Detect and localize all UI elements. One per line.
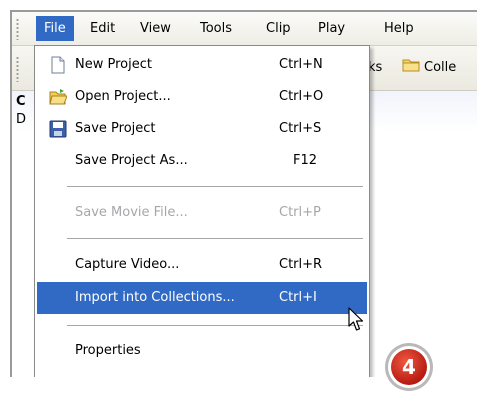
menu-separator bbox=[67, 325, 363, 326]
panel-title: C bbox=[16, 94, 26, 109]
menu-item-import-into-collections[interactable]: Import into Collections... Ctrl+I bbox=[37, 282, 367, 314]
menu-item-shortcut: Ctrl+R bbox=[279, 257, 323, 272]
menu-view[interactable]: View bbox=[132, 16, 179, 41]
menu-item-new-project[interactable]: New Project Ctrl+N bbox=[37, 49, 367, 81]
menu-item-properties[interactable]: Properties bbox=[37, 335, 367, 367]
menu-clip[interactable]: Clip bbox=[258, 16, 299, 41]
menu-item-open-project[interactable]: Open Project... Ctrl+O bbox=[37, 81, 367, 113]
menu-item-shortcut: Ctrl+S bbox=[279, 121, 322, 136]
panel-subtitle: D bbox=[16, 112, 27, 127]
menu-separator bbox=[67, 186, 363, 187]
menu-item-label: New Project bbox=[75, 57, 152, 72]
menu-play[interactable]: Play bbox=[310, 16, 353, 41]
floppy-disk-icon bbox=[49, 120, 67, 138]
application-window: File Edit View Tools Clip Play Help ks C… bbox=[10, 10, 477, 377]
menu-separator bbox=[67, 238, 363, 239]
menu-item-label: Save Project As... bbox=[75, 153, 188, 168]
menu-bar: File Edit View Tools Clip Play Help bbox=[12, 12, 477, 46]
menu-item-shortcut: Ctrl+I bbox=[279, 290, 317, 305]
toolbar-collections-button[interactable]: Colle bbox=[424, 60, 456, 75]
menu-item-shortcut: Ctrl+P bbox=[279, 205, 321, 220]
menu-file[interactable]: File bbox=[36, 16, 74, 41]
mouse-pointer-icon bbox=[348, 307, 364, 331]
collections-folder-icon bbox=[402, 59, 420, 72]
step-number: 4 bbox=[402, 355, 416, 379]
open-folder-icon bbox=[49, 89, 67, 105]
menu-item-label: Import into Collections... bbox=[75, 290, 235, 305]
menu-item-label: Capture Video... bbox=[75, 257, 180, 272]
menu-item-save-project[interactable]: Save Project Ctrl+S bbox=[37, 113, 367, 145]
menu-item-capture-video[interactable]: Capture Video... Ctrl+R bbox=[37, 249, 367, 281]
menu-help[interactable]: Help bbox=[376, 16, 422, 41]
menu-item-label: Open Project... bbox=[75, 89, 171, 104]
file-menu-dropdown: New Project Ctrl+N Open Project... Ctrl+… bbox=[34, 45, 370, 377]
menu-edit[interactable]: Edit bbox=[82, 16, 123, 41]
menu-item-shortcut: Ctrl+O bbox=[279, 89, 324, 104]
toolbar-tasks-button[interactable]: ks bbox=[368, 60, 382, 75]
menu-item-label: Save Movie File... bbox=[75, 205, 188, 220]
menu-item-label: Save Project bbox=[75, 121, 156, 136]
menu-item-shortcut: Ctrl+N bbox=[279, 57, 323, 72]
menu-item-label: Properties bbox=[75, 343, 141, 358]
toolbar-grip-handle[interactable] bbox=[16, 56, 19, 82]
menu-tools[interactable]: Tools bbox=[192, 16, 240, 41]
menu-item-save-project-as[interactable]: Save Project As... F12 bbox=[37, 145, 367, 177]
menu-item-shortcut: F12 bbox=[293, 153, 318, 168]
menubar-grip-handle[interactable] bbox=[16, 18, 19, 40]
new-document-icon bbox=[51, 56, 65, 74]
step-number-badge: 4 bbox=[385, 343, 433, 391]
menu-item-save-movie-file[interactable]: Save Movie File... Ctrl+P bbox=[37, 197, 367, 229]
